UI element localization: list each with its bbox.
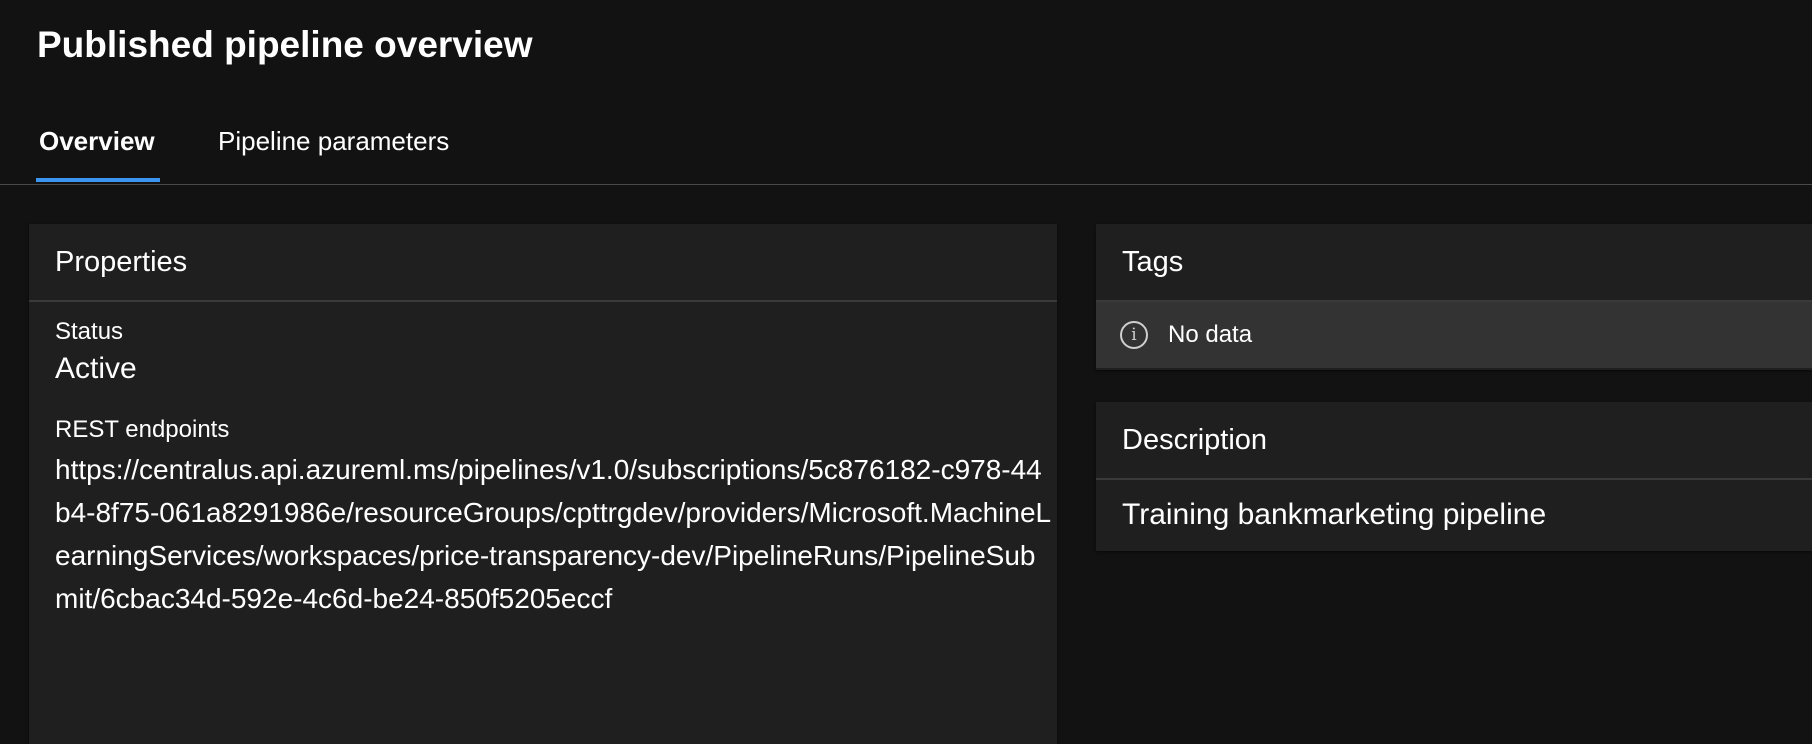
tags-card: Tags i No data [1096,224,1812,370]
properties-card: Properties Status Active REST endpoints … [29,224,1057,744]
page-title: Published pipeline overview [37,24,533,65]
tags-empty-message: i No data [1096,302,1812,368]
active-tab-indicator [36,178,160,182]
properties-heading: Properties [29,224,1057,302]
rest-endpoint-url[interactable]: https://centralus.api.azureml.ms/pipelin… [55,448,1055,620]
tab-bar: Overview Pipeline parameters [0,110,1812,185]
status-label: Status [55,318,124,345]
tab-pipeline-parameters[interactable]: Pipeline parameters [218,126,449,157]
description-card: Description Training bankmarketing pipel… [1096,402,1812,551]
status-value: Active [55,352,137,385]
tags-heading: Tags [1096,224,1812,302]
description-text: Training bankmarketing pipeline [1122,498,1547,531]
description-heading: Description [1096,402,1812,480]
tab-overview[interactable]: Overview [39,126,155,157]
no-data-text: No data [1168,321,1253,348]
info-icon: i [1120,321,1148,349]
rest-endpoints-label: REST endpoints [55,416,230,443]
